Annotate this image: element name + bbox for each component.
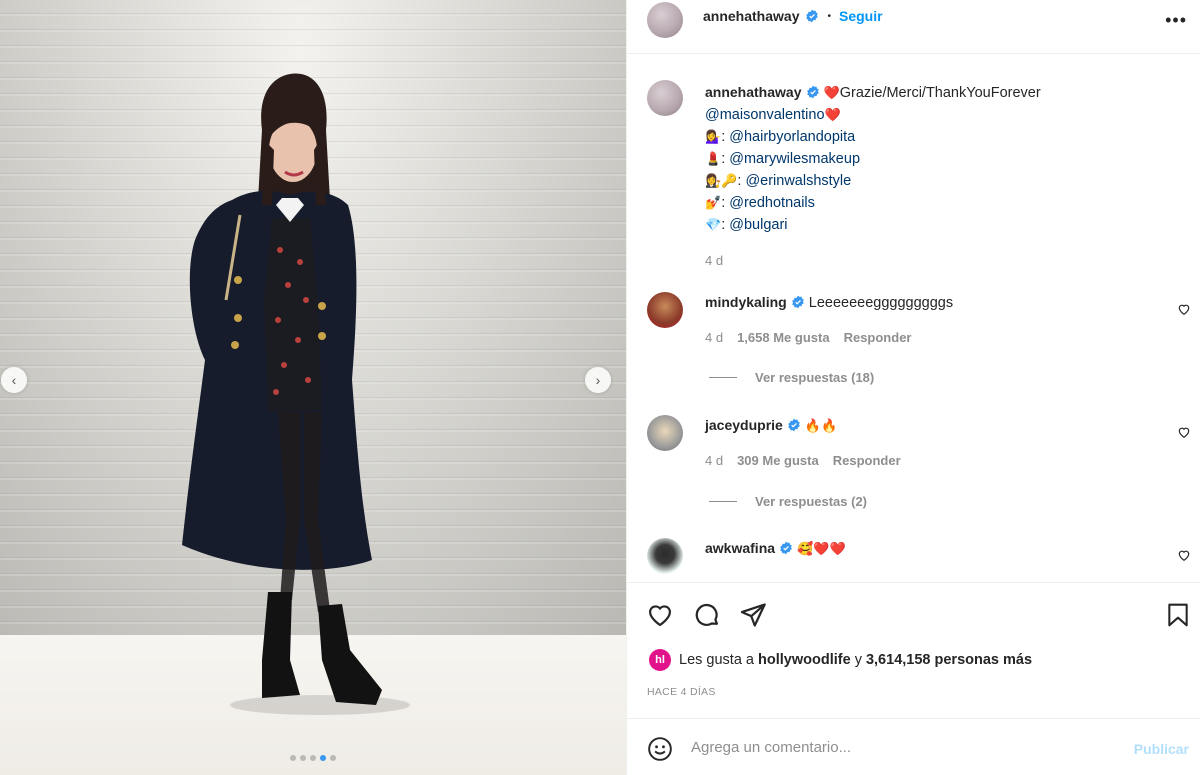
carousel-dot [290, 755, 296, 761]
stylist-emoji: 👩‍⚖️🔑 [705, 173, 738, 188]
comment-time: 4 d [705, 330, 724, 345]
comment-like-heart-icon[interactable] [1177, 425, 1191, 439]
lipstick-emoji: 💄 [705, 151, 722, 166]
chevron-right-icon: › [595, 372, 601, 388]
likes-summary: hl Les gusta a hollywoodlife y 3,614,158… [649, 649, 1032, 671]
comment-input[interactable] [691, 735, 1111, 759]
like-heart-icon[interactable] [646, 601, 674, 629]
publish-button[interactable]: Publicar [1134, 741, 1189, 757]
add-comment-bar: Publicar [627, 718, 1200, 775]
comment-icon[interactable] [693, 601, 721, 629]
avatar[interactable] [647, 2, 683, 38]
carousel-dot [310, 755, 316, 761]
verified-badge-icon [806, 85, 819, 99]
comment-like-heart-icon[interactable] [1177, 548, 1191, 562]
caption-username[interactable]: annehathaway [705, 84, 801, 100]
verified-badge-icon [788, 418, 800, 432]
comment-text: Leeeeeeegggggggggs [808, 295, 954, 311]
mention-link[interactable]: @marywilesmakeup [729, 151, 860, 167]
heart-emoji: ❤️ [823, 85, 840, 100]
more-options-icon[interactable]: ••• [1165, 10, 1187, 31]
carousel-next-button[interactable]: › [585, 367, 611, 393]
reply-button[interactable]: Responder [833, 453, 901, 468]
avatar[interactable] [647, 415, 683, 451]
comment-time: 4 d [705, 453, 724, 468]
verified-badge-icon [780, 541, 792, 555]
gem-emoji: 💎 [705, 217, 722, 232]
verified-badge-icon [791, 295, 804, 309]
caption-line: Grazie/Merci/ThankYouForever [839, 85, 1041, 101]
mention-link[interactable]: @bulgari [729, 217, 787, 233]
follow-button[interactable]: Seguir [839, 8, 883, 24]
emoji-picker-icon[interactable] [647, 736, 673, 762]
divider [709, 501, 737, 502]
avatar[interactable] [647, 292, 683, 328]
comment-username[interactable]: mindykaling [705, 294, 787, 310]
post-sidebar: annehathaway • Seguir ••• annehathaway ❤… [626, 0, 1200, 775]
comment-likes[interactable]: 1,658 Me gusta [737, 330, 830, 345]
header-separator: • [827, 10, 831, 22]
carousel-dot [300, 755, 306, 761]
carousel-prev-button[interactable]: ‹ [1, 367, 27, 393]
comment-like-heart-icon[interactable] [1177, 302, 1191, 316]
fire-emoji: 🔥🔥 [804, 418, 838, 433]
chevron-left-icon: ‹ [11, 372, 17, 388]
mention-link[interactable]: @redhotnails [729, 195, 815, 211]
post-header: annehathaway • Seguir ••• [627, 0, 1200, 54]
comment-username[interactable]: jaceyduprie [705, 417, 783, 433]
nail-polish-emoji: 💅 [705, 195, 722, 210]
view-replies-button[interactable]: Ver respuestas (2) [709, 494, 867, 509]
carousel-dot [330, 755, 336, 761]
action-bar: hl Les gusta a hollywoodlife y 3,614,158… [627, 582, 1200, 717]
carousel-dot-active [320, 755, 326, 761]
bookmark-icon[interactable] [1165, 601, 1191, 629]
verified-badge-icon [806, 9, 819, 23]
header-username[interactable]: annehathaway [703, 8, 799, 24]
carousel-indicator [0, 755, 626, 761]
view-replies-button[interactable]: Ver respuestas (18) [709, 370, 874, 385]
hair-emoji: 💁‍♀️ [705, 129, 722, 144]
likes-middle: y [854, 652, 862, 668]
mention-link[interactable]: @maisonvalentino [705, 107, 825, 123]
heart-emoji: ❤️ [824, 107, 841, 122]
caption-text: annehathaway ❤️Grazie/Merci/ThankYouFore… [705, 82, 1041, 271]
reply-button[interactable]: Responder [844, 330, 912, 345]
hollywoodlife-avatar[interactable]: hl [649, 649, 671, 671]
avatar[interactable] [647, 538, 683, 574]
post-media[interactable]: ‹ › [0, 0, 626, 775]
photo-person [182, 73, 410, 715]
avatar[interactable] [647, 80, 683, 116]
liked-by-username[interactable]: hollywoodlife [758, 652, 851, 668]
mention-link[interactable]: @erinwalshstyle [745, 173, 851, 189]
mention-link[interactable]: @hairbyorlandopita [729, 129, 855, 145]
caption-time: 4 d [705, 253, 724, 268]
comment-likes[interactable]: 309 Me gusta [737, 453, 819, 468]
likes-count[interactable]: 3,614,158 personas más [866, 652, 1032, 668]
likes-prefix: Les gusta a [679, 652, 754, 668]
view-replies-label: Ver respuestas (18) [755, 370, 875, 385]
share-icon[interactable] [739, 601, 767, 629]
view-replies-label: Ver respuestas (2) [755, 494, 868, 509]
comment-username[interactable]: awkwafina [705, 540, 775, 556]
post-timestamp: HACE 4 DÍAS [647, 686, 716, 698]
divider [709, 377, 737, 378]
smiling-hearts-emoji: 🥰❤️❤️ [797, 541, 846, 556]
